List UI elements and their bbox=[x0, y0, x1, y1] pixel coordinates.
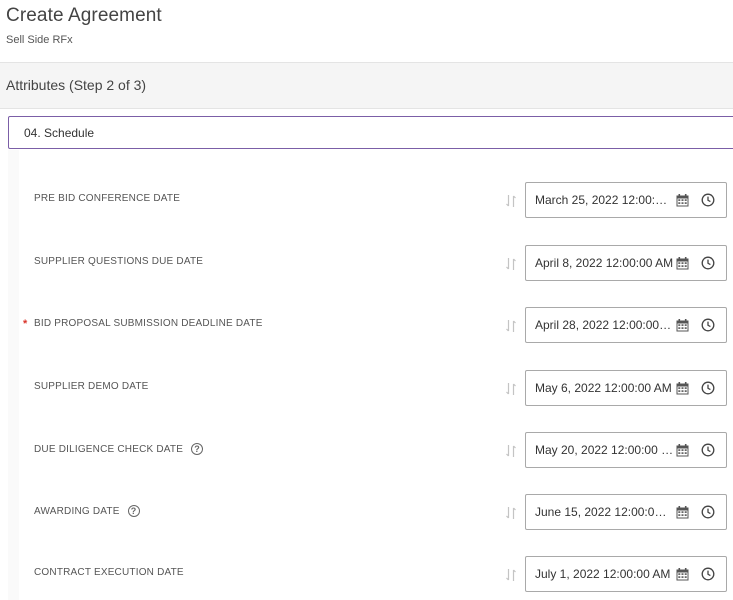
page-header: Create Agreement Sell Side RFx bbox=[0, 0, 733, 62]
calendar-icon[interactable] bbox=[676, 444, 689, 457]
schedule-row: * BID PROPOSAL SUBMISSION DEADLINE DATE Ap… bbox=[0, 305, 733, 345]
field-label-text: BID PROPOSAL SUBMISSION DEADLINE DATE bbox=[34, 318, 263, 329]
date-time-field[interactable]: April 8, 2022 12:00:00 AM bbox=[525, 245, 727, 281]
schedule-row: PRE BID CONFERENCE DATE March 25, 2022 12… bbox=[0, 180, 733, 220]
step-bar: Attributes (Step 2 of 3) bbox=[0, 62, 733, 109]
date-time-field[interactable]: May 6, 2022 12:00:00 AM bbox=[525, 370, 727, 406]
date-value[interactable]: April 28, 2022 12:00:00… bbox=[535, 318, 673, 332]
date-value[interactable]: June 15, 2022 12:00:0… bbox=[535, 505, 673, 519]
schedule-row: DUE DILIGENCE CHECK DATE? May 20, 2022 12… bbox=[0, 430, 733, 470]
field-label-text: SUPPLIER DEMO DATE bbox=[34, 381, 149, 392]
date-value[interactable]: March 25, 2022 12:00:… bbox=[535, 193, 673, 207]
clock-icon[interactable] bbox=[701, 381, 715, 395]
field-label: CONTRACT EXECUTION DATE bbox=[34, 567, 184, 578]
help-icon[interactable]: ? bbox=[127, 505, 140, 517]
page-title: Create Agreement bbox=[6, 5, 162, 26]
calendar-icon[interactable] bbox=[676, 506, 689, 519]
calendar-icon[interactable] bbox=[676, 194, 689, 207]
date-time-field[interactable]: March 25, 2022 12:00:… bbox=[525, 182, 727, 218]
step-label: Attributes (Step 2 of 3) bbox=[6, 77, 147, 93]
date-time-field[interactable]: July 1, 2022 12:00:00 AM bbox=[525, 556, 727, 592]
clock-icon[interactable] bbox=[701, 318, 715, 332]
clock-icon[interactable] bbox=[701, 567, 715, 581]
clock-icon[interactable] bbox=[701, 505, 715, 519]
sort-arrows-icon bbox=[505, 256, 517, 272]
field-label: SUPPLIER QUESTIONS DUE DATE bbox=[34, 256, 203, 267]
section-header-schedule[interactable]: 04. Schedule bbox=[8, 116, 733, 149]
date-value[interactable]: April 8, 2022 12:00:00 AM bbox=[535, 256, 673, 270]
field-label-text: AWARDING DATE bbox=[34, 505, 120, 517]
date-time-field[interactable]: May 20, 2022 12:00:00 … bbox=[525, 432, 727, 468]
sort-arrows-icon bbox=[505, 318, 517, 334]
calendar-icon[interactable] bbox=[676, 382, 689, 395]
sort-arrows-icon bbox=[505, 381, 517, 397]
sort-arrows-icon bbox=[505, 505, 517, 521]
field-label: BID PROPOSAL SUBMISSION DEADLINE DATE bbox=[34, 318, 263, 329]
date-time-field[interactable]: June 15, 2022 12:00:0… bbox=[525, 494, 727, 530]
calendar-icon[interactable] bbox=[676, 319, 689, 332]
schedule-row: CONTRACT EXECUTION DATE July 1, 2022 12:0… bbox=[0, 554, 733, 594]
clock-icon[interactable] bbox=[701, 193, 715, 207]
field-label: DUE DILIGENCE CHECK DATE? bbox=[34, 443, 204, 455]
field-label: PRE BID CONFERENCE DATE bbox=[34, 193, 180, 204]
field-label: AWARDING DATE? bbox=[34, 505, 140, 517]
calendar-icon[interactable] bbox=[676, 568, 689, 581]
section-label: 04. Schedule bbox=[24, 126, 95, 140]
page-subtitle: Sell Side RFx bbox=[6, 34, 73, 46]
field-label-text: PRE BID CONFERENCE DATE bbox=[34, 193, 181, 204]
date-time-field[interactable]: April 28, 2022 12:00:00… bbox=[525, 307, 727, 343]
field-label-text: SUPPLIER QUESTIONS DUE DATE bbox=[34, 256, 204, 267]
clock-icon[interactable] bbox=[701, 256, 715, 270]
sort-arrows-icon bbox=[505, 193, 517, 209]
date-value[interactable]: May 6, 2022 12:00:00 AM bbox=[535, 381, 673, 395]
help-icon[interactable]: ? bbox=[191, 443, 204, 455]
clock-icon[interactable] bbox=[701, 443, 715, 457]
schedule-row: SUPPLIER QUESTIONS DUE DATE April 8, 2022… bbox=[0, 243, 733, 283]
schedule-row: SUPPLIER DEMO DATE May 6, 2022 12:00:00 A… bbox=[0, 368, 733, 408]
calendar-icon[interactable] bbox=[676, 257, 689, 270]
field-label-text: CONTRACT EXECUTION DATE bbox=[34, 567, 184, 578]
date-value[interactable]: May 20, 2022 12:00:00 … bbox=[535, 443, 673, 457]
field-label: SUPPLIER DEMO DATE bbox=[34, 381, 149, 392]
sort-arrows-icon bbox=[505, 443, 517, 459]
schedule-row: AWARDING DATE? June 15, 2022 12:00:0… bbox=[0, 492, 733, 532]
required-indicator: * bbox=[23, 318, 28, 330]
sort-arrows-icon bbox=[505, 567, 517, 583]
field-label-text: DUE DILIGENCE CHECK DATE bbox=[34, 443, 184, 455]
date-value[interactable]: July 1, 2022 12:00:00 AM bbox=[535, 567, 673, 581]
